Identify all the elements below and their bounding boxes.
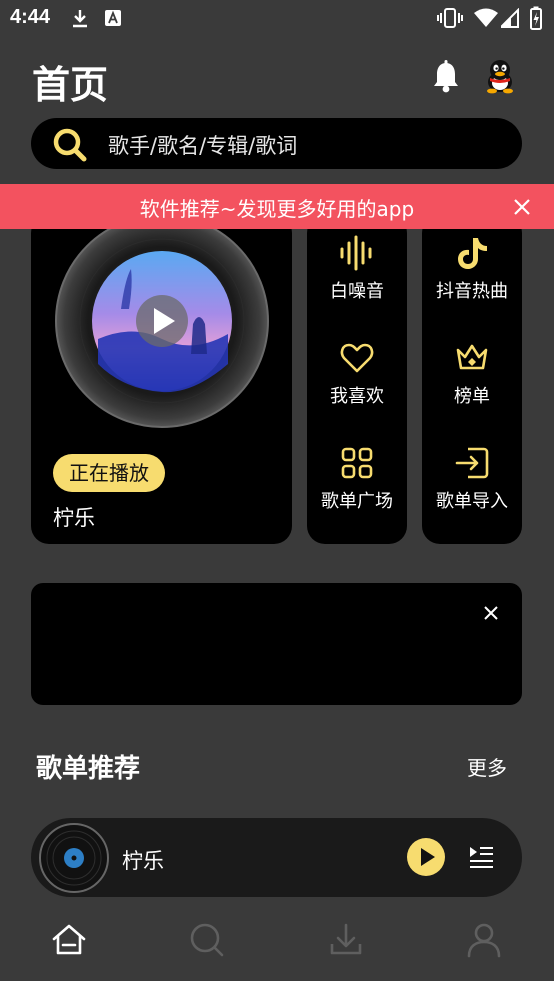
download-icon[interactable] <box>326 920 366 960</box>
profile-icon[interactable] <box>464 920 504 960</box>
shortcut-favorites[interactable]: 我喜欢 <box>307 340 407 408</box>
search-input[interactable]: 歌手/歌名/专辑/歌词 <box>108 130 297 160</box>
promo-banner[interactable]: 软件推荐~发现更多好用的app <box>0 184 554 229</box>
shortcut-white-noise[interactable]: 白噪音 <box>307 235 407 303</box>
mini-player[interactable]: 柠乐 <box>31 818 522 897</box>
vinyl-disc-icon <box>39 823 109 893</box>
now-playing-badge: 正在播放 <box>53 454 165 492</box>
tiktok-icon <box>458 238 487 269</box>
now-playing-song: 柠乐 <box>53 506 95 530</box>
vinyl-record-icon <box>55 215 269 428</box>
shortcut-label: 我喜欢 <box>330 386 384 407</box>
wifi-icon <box>474 8 498 27</box>
more-link[interactable]: 更多 <box>467 752 507 781</box>
bottom-nav <box>0 905 554 981</box>
grid-icon <box>341 447 373 479</box>
close-icon[interactable] <box>512 197 532 217</box>
crown-icon <box>456 344 488 370</box>
status-time: 4:44 <box>10 6 51 28</box>
close-icon[interactable] <box>483 605 499 621</box>
app-status-icon <box>105 10 121 26</box>
shortcut-card-left: 白噪音 我喜欢 歌单广场 <box>307 215 407 544</box>
battery-icon <box>530 6 542 30</box>
status-bar: 4:44 <box>0 0 554 36</box>
waveform-icon <box>340 235 372 271</box>
import-icon <box>455 447 489 479</box>
bell-icon[interactable] <box>430 60 462 94</box>
playlist-queue-icon[interactable] <box>468 845 494 869</box>
now-playing-card[interactable]: 正在播放 柠乐 <box>31 215 292 544</box>
search-icon[interactable] <box>187 920 227 960</box>
search-icon <box>53 128 87 162</box>
shortcut-label: 歌单导入 <box>436 491 508 512</box>
avatar-icon[interactable] <box>482 58 518 94</box>
shortcut-douyin-hits[interactable]: 抖音热曲 <box>422 235 522 303</box>
page-title: 首页 <box>32 63 109 107</box>
banner-text: 软件推荐~发现更多好用的app <box>139 197 415 221</box>
vibrate-icon <box>437 8 463 28</box>
shortcut-label: 抖音热曲 <box>436 281 508 302</box>
mini-player-title: 柠乐 <box>122 849 164 873</box>
ad-container <box>31 583 522 705</box>
play-button-icon[interactable] <box>407 838 445 876</box>
shortcut-playlist-square[interactable]: 歌单广场 <box>307 445 407 513</box>
search-bar[interactable]: 歌手/歌名/专辑/歌词 <box>31 118 522 169</box>
home-icon[interactable] <box>49 920 89 960</box>
heart-icon <box>340 343 374 373</box>
cell-signal-icon <box>501 8 519 28</box>
shortcut-label: 榜单 <box>454 386 490 407</box>
shortcut-label: 白噪音 <box>330 281 384 302</box>
shortcut-charts[interactable]: 榜单 <box>422 340 522 408</box>
section-title: 歌单推荐 <box>36 754 141 784</box>
shortcut-card-right: 抖音热曲 榜单 歌单导入 <box>422 215 522 544</box>
shortcut-playlist-import[interactable]: 歌单导入 <box>422 445 522 513</box>
download-status-icon <box>73 10 87 28</box>
shortcut-label: 歌单广场 <box>321 491 393 512</box>
